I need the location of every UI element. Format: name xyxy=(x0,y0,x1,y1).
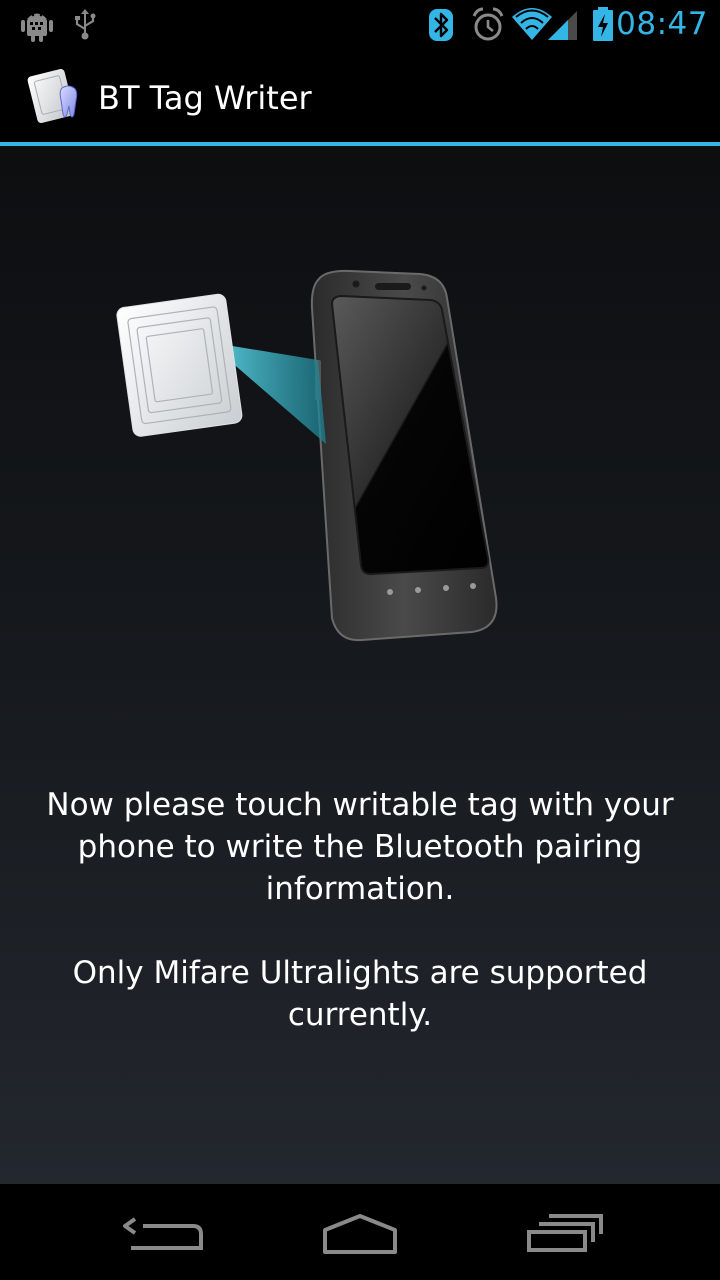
back-icon[interactable] xyxy=(105,1202,215,1262)
app-icon[interactable] xyxy=(26,66,88,128)
usb-icon xyxy=(75,9,96,40)
nfc-tag-touch-phone-illustration xyxy=(116,269,498,642)
clock: 08:47 xyxy=(616,6,708,42)
supported-tags-note: Only Mifare Ultralights are supported cu… xyxy=(72,955,648,1033)
navigation-bar xyxy=(0,1184,720,1280)
recents-icon[interactable] xyxy=(505,1202,615,1262)
instruction-message: Now please touch writable tag with your … xyxy=(46,787,674,907)
app-title: BT Tag Writer xyxy=(98,79,312,117)
action-bar: BT Tag Writer xyxy=(0,50,720,142)
android-debug-icon xyxy=(21,13,53,42)
home-icon[interactable] xyxy=(305,1202,415,1262)
alarm-icon xyxy=(472,7,504,41)
content-area: Now please touch writable tag with your … xyxy=(0,146,720,1184)
signal-icon xyxy=(548,11,577,40)
status-bar: 08:47 xyxy=(0,0,720,50)
battery-charging-icon xyxy=(593,7,613,41)
bluetooth-icon xyxy=(429,9,453,41)
